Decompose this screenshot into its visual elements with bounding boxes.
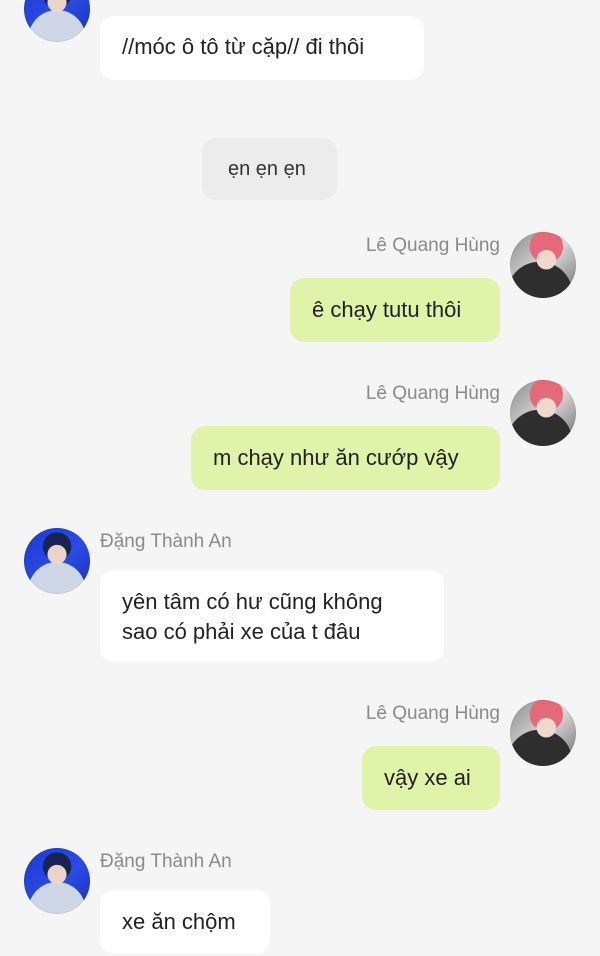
sender-name: Lê Quang Hùng [365, 383, 500, 404]
avatar-le-quang-hung[interactable] [510, 380, 576, 446]
message-bubble[interactable]: ẹn ẹn ẹn [202, 138, 337, 200]
sender-name: Lê Quang Hùng [365, 235, 500, 256]
avatar-dang-thanh-an[interactable] [24, 528, 90, 594]
sender-name: Lê Quang Hùng [365, 703, 500, 724]
avatar-dang-thanh-an[interactable] [24, 848, 90, 914]
avatar-le-quang-hung[interactable] [510, 700, 576, 766]
message-bubble[interactable]: //móc ô tô từ cặp// đi thôi [100, 16, 424, 80]
message-bubble[interactable]: m chạy như ăn cướp vậy [191, 426, 500, 490]
avatar-dang-thanh-an[interactable] [24, 0, 90, 42]
message-bubble[interactable]: vậy xe ai [362, 746, 500, 810]
avatar-le-quang-hung[interactable] [510, 232, 576, 298]
message-bubble[interactable]: xe ăn chộm [100, 890, 270, 954]
sender-name: Đặng Thành An [100, 531, 232, 552]
sender-name: Đặng Thành An [100, 851, 232, 872]
message-bubble[interactable]: ê chạy tutu thôi [290, 278, 500, 342]
message-bubble[interactable]: yên tâm có hư cũng không sao có phải xe … [100, 570, 444, 662]
